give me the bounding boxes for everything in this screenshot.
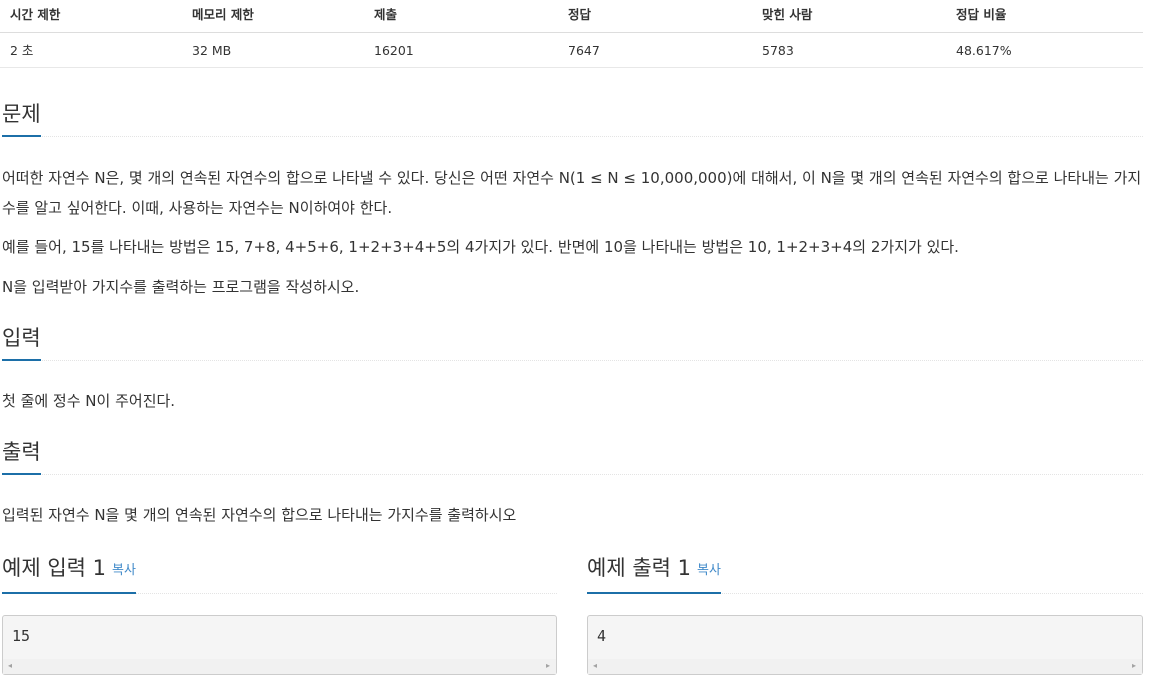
sample-output-title: 예제 출력 1	[587, 556, 691, 580]
problem-section-header: 문제	[2, 101, 1143, 137]
problem-info-header-row: 시간 제한 메모리 제한 제출 정답 맞힌 사람 정답 비율	[0, 0, 1143, 33]
input-title: 입력	[2, 325, 41, 361]
problem-task-paragraph: N을 입력받아 가지수를 출력하는 프로그램을 작성하시오.	[2, 278, 360, 296]
output-title: 출력	[2, 439, 41, 475]
scroll-left-arrow-icon[interactable]: ◂	[8, 662, 12, 670]
sample-input-header: 예제 입력 1 복사	[2, 555, 557, 594]
scroll-left-arrow-icon[interactable]: ◂	[593, 662, 597, 670]
problem-example-paragraph: 예를 들어, 15를 나타내는 방법은 15, 7+8, 4+5+6, 1+2+…	[2, 238, 959, 256]
header-submissions: 제출	[374, 7, 398, 22]
sample-input-heading: 예제 입력 1 복사	[2, 555, 136, 594]
header-accepted: 정답	[568, 7, 592, 22]
sample-input-value: 15	[12, 627, 31, 645]
copy-sample-output-link[interactable]: 복사	[697, 563, 721, 578]
value-memory-limit: 32 MB	[192, 43, 232, 58]
sample-output-value: 4	[597, 627, 607, 645]
header-accept-ratio: 정답 비율	[956, 7, 1007, 22]
sample-output-box[interactable]: 4 ◂ ▸	[587, 615, 1143, 675]
value-accepted: 7647	[568, 43, 600, 58]
value-time-limit: 2 초	[10, 43, 34, 58]
scroll-right-arrow-icon[interactable]: ▸	[546, 662, 550, 670]
problem-description-paragraph: 어떠한 자연수 N은, 몇 개의 연속된 자연수의 합으로 나타낼 수 있다. …	[2, 169, 1142, 217]
sample-input-scrollbar[interactable]: ◂ ▸	[3, 659, 556, 674]
output-section-header: 출력	[2, 439, 1143, 475]
scroll-right-arrow-icon[interactable]: ▸	[1132, 662, 1136, 670]
problem-title: 문제	[2, 101, 41, 137]
value-solvers: 5783	[762, 43, 794, 58]
problem-info-table: 시간 제한 메모리 제한 제출 정답 맞힌 사람 정답 비율 2 초 32 MB…	[0, 0, 1143, 68]
sample-output-scrollbar[interactable]: ◂ ▸	[588, 659, 1142, 674]
sample-output-header: 예제 출력 1 복사	[587, 555, 1143, 594]
header-time-limit: 시간 제한	[10, 7, 61, 22]
sample-output-heading: 예제 출력 1 복사	[587, 555, 721, 594]
input-description: 첫 줄에 정수 N이 주어진다.	[2, 392, 176, 410]
header-solvers: 맞힌 사람	[762, 7, 813, 22]
input-section-header: 입력	[2, 325, 1143, 361]
header-memory-limit: 메모리 제한	[192, 7, 254, 22]
problem-info-value-row: 2 초 32 MB 16201 7647 5783 48.617%	[0, 33, 1143, 68]
value-submissions: 16201	[374, 43, 414, 58]
sample-input-title: 예제 입력 1	[2, 556, 106, 580]
value-accept-ratio: 48.617%	[956, 43, 1012, 58]
sample-input-box[interactable]: 15 ◂ ▸	[2, 615, 557, 675]
copy-sample-input-link[interactable]: 복사	[112, 563, 136, 578]
output-description: 입력된 자연수 N을 몇 개의 연속된 자연수의 합으로 나타내는 가지수를 출…	[2, 506, 517, 524]
